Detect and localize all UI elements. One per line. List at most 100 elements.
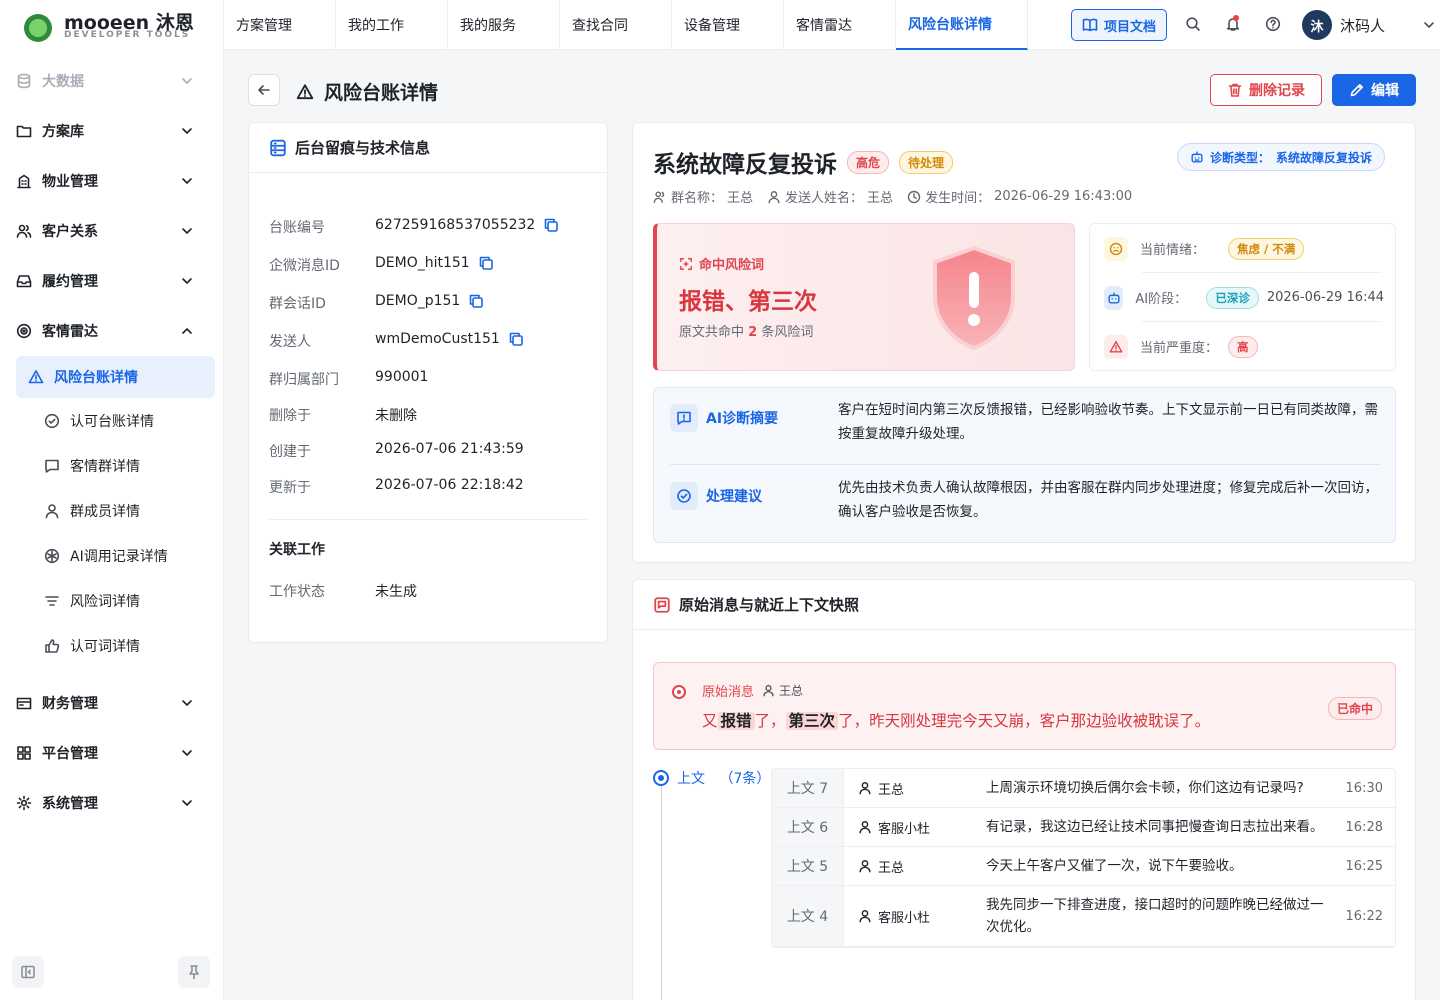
sidebar-subitem-label: 认可台账详情 (70, 413, 154, 430)
warning-icon (28, 370, 44, 384)
sidebar-item-label: 方案库 (42, 124, 84, 140)
sidebar-footer (12, 956, 212, 988)
sender-name: 客服小杜 (878, 821, 931, 837)
card-header: 原始消息与就近上下文快照 (633, 580, 1415, 630)
chevron-down-icon (182, 128, 192, 134)
sender-name-label: 发送人姓名： (785, 191, 864, 206)
sidebar-subitem-groups[interactable]: 客情群详情 (16, 443, 215, 488)
sidebar-item-bigdata[interactable]: 大数据 (0, 56, 223, 106)
tab-risk-ledger[interactable]: 风险台账详情 (896, 0, 1028, 50)
related-work-title: 关联工作 (269, 542, 325, 558)
tab-devices[interactable]: 设备管理 (672, 0, 784, 50)
sidebar-item-platform[interactable]: 平台管理 (0, 728, 223, 778)
pin-sidebar-button[interactable] (178, 956, 210, 988)
risk-hit-label-text: 命中风险词 (699, 258, 765, 273)
top-tabs: 方案管理 我的工作 我的服务 查找合同 设备管理 客情雷达 风险台账详情 (224, 0, 1028, 50)
emotion-badge: 焦虑 / 不满 (1228, 237, 1305, 260)
tab-solutions[interactable]: 方案管理 (224, 0, 336, 50)
brand-logo[interactable]: mooeen 沐恩 DEVELOPER TOOLS (24, 8, 224, 48)
row-message: 今天上午客户又催了一次，说下午要验收。 (986, 858, 1243, 874)
field-label: 群归属部门 (269, 372, 339, 388)
state-panel: 当前情绪： 焦虑 / 不满 AI阶段： 已深诊 2026-06-29 16:44… (1089, 223, 1396, 371)
sidebar-subitem-members[interactable]: 群成员详情 (16, 488, 215, 533)
back-button[interactable] (248, 74, 280, 106)
top-bar: 方案管理 我的工作 我的服务 查找合同 设备管理 客情雷达 风险台账详情 项目文… (224, 0, 1440, 50)
chevron-down-icon (182, 228, 192, 234)
sidebar-subitem-risk-ledger[interactable]: 风险台账详情 (16, 356, 215, 398)
edit-button[interactable]: 编辑 (1332, 74, 1416, 106)
sidebar-item-property[interactable]: 物业管理 (0, 156, 223, 206)
sidebar-subitem-approval-ledger[interactable]: 认可台账详情 (16, 398, 215, 443)
field-label: 创建于 (269, 444, 311, 460)
timeline-line (661, 782, 662, 1000)
user-icon (859, 860, 871, 873)
help-icon[interactable] (1265, 16, 1281, 32)
ticket-title-text: 系统故障反复投诉 (653, 152, 837, 178)
copy-icon[interactable] (543, 217, 559, 233)
ai-summary-panel: AI诊断摘要 客户在短时间内第三次反馈报错，已经影响验收节奏。上下文显示前一日已… (653, 387, 1396, 543)
logo-icon (24, 14, 52, 42)
sidebar-nav: 大数据 方案库 物业管理 客户关系 履约管理 客情雷达 风险台账详情 认可台账详… (0, 56, 223, 828)
field-value: 未删除 (375, 408, 417, 424)
user-icon (45, 503, 59, 518)
state-ai-stage: AI阶段： 已深诊 2026-06-29 16:44 (1104, 273, 1384, 322)
field-label: 工作状态 (269, 584, 325, 600)
tab-radar[interactable]: 客情雷达 (784, 0, 896, 50)
copy-icon[interactable] (468, 293, 484, 309)
card-title: 原始消息与就近上下文快照 (679, 596, 860, 614)
radar-icon (16, 323, 32, 339)
notification-dot (1233, 15, 1239, 21)
project-docs-button[interactable]: 项目文档 (1071, 9, 1167, 41)
before-context-label[interactable]: 上文 （7条） (677, 768, 770, 788)
building-icon (17, 174, 31, 189)
page-title: 风险台账详情 (296, 78, 438, 105)
handling-advice-title: 处理建议 (706, 489, 762, 505)
delete-record-button[interactable]: 删除记录 (1210, 74, 1322, 106)
chevron-down-icon (182, 178, 192, 184)
avatar[interactable]: 沐 (1302, 10, 1332, 40)
inbox-icon (16, 275, 32, 288)
risk-hit-panel: 命中风险词 报错、第三次 原文共命中 2 条风险词 (653, 223, 1075, 371)
table-row: 上文 4 客服小杜 我先同步一下排查进度，接口超时的问题昨晚已经做过一次优化。 … (772, 886, 1395, 947)
row-index: 上文 6 (772, 808, 844, 846)
chevron-down-icon[interactable] (1421, 17, 1437, 33)
original-sender: 王总 (779, 684, 804, 698)
sidebar-item-radar[interactable]: 客情雷达 (0, 306, 223, 356)
sidebar-subitem-risk-words[interactable]: 风险词详情 (16, 578, 215, 623)
ai-summary-title: AI诊断摘要 (706, 411, 779, 427)
sidebar-item-fulfillment[interactable]: 履约管理 (0, 256, 223, 306)
tab-my-services[interactable]: 我的服务 (448, 0, 560, 50)
risk-hit-label: 命中风险词 (679, 254, 764, 273)
sidebar-subitem-label: 风险台账详情 (54, 370, 138, 386)
state-emotion: 当前情绪： 焦虑 / 不满 (1104, 224, 1384, 273)
sidebar-item-label: 客情雷达 (42, 324, 98, 340)
ai-stage-badge: 已深诊 (1206, 286, 1259, 309)
user-icon (768, 190, 780, 203)
thumbs-up-icon (45, 638, 60, 653)
copy-icon[interactable] (478, 255, 494, 271)
row-sender: 王总 (844, 847, 972, 885)
divider (269, 519, 587, 520)
tab-find-contract[interactable]: 查找合同 (560, 0, 672, 50)
row-time: 16:30 (1345, 780, 1383, 796)
sidebar-item-crm[interactable]: 客户关系 (0, 206, 223, 256)
search-icon[interactable] (1185, 16, 1201, 32)
sidebar-item-solutions[interactable]: 方案库 (0, 106, 223, 156)
copy-icon[interactable] (508, 331, 524, 347)
message-icon (654, 596, 670, 613)
diagnosis-type-value: 系统故障反复投诉 (1276, 150, 1373, 165)
collapse-sidebar-button[interactable] (12, 956, 44, 988)
grid-icon (17, 746, 31, 760)
sidebar-item-finance[interactable]: 财务管理 (0, 678, 223, 728)
risk-words: 报错、第三次 (679, 289, 817, 315)
sidebar-subitem-approval-words[interactable]: 认可词详情 (16, 623, 215, 668)
user-name[interactable]: 沐码人 (1340, 15, 1385, 36)
field-value: 990001 (375, 369, 429, 385)
field-value: 2026-07-06 22:18:42 (375, 477, 524, 493)
original-message-label: 原始消息 王总 (702, 681, 803, 700)
tab-my-work[interactable]: 我的工作 (336, 0, 448, 50)
sidebar-item-system[interactable]: 系统管理 (0, 778, 223, 828)
sidebar-subitem-ai-calls[interactable]: AI调用记录详情 (16, 533, 215, 578)
sidebar-collapse-icon (21, 965, 35, 979)
sidebar-item-label: 履约管理 (42, 274, 98, 290)
